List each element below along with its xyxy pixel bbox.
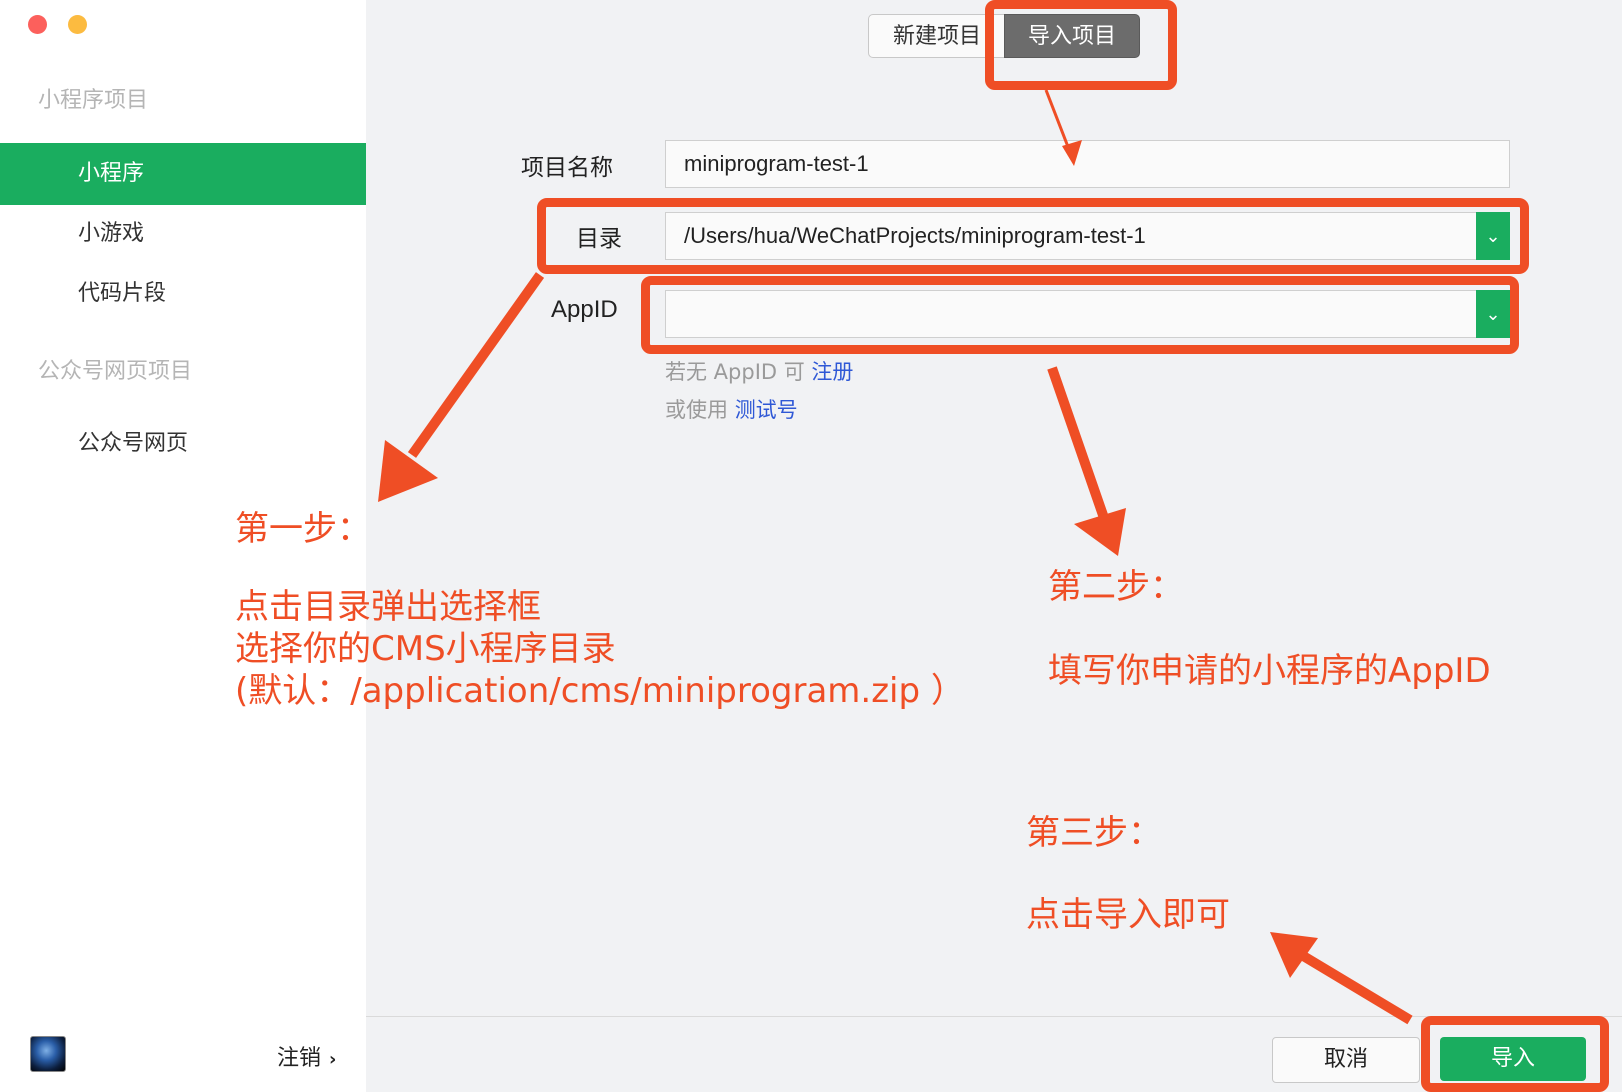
directory-label: 目录 <box>576 226 622 252</box>
step1-line1: 点击目录弹出选择框 <box>235 587 541 627</box>
step3-title: 第三步： <box>1026 813 1162 853</box>
appid-hint-register: 若无 AppID 可 注册 <box>665 356 853 386</box>
step1-line2: 选择你的CMS小程序目录 <box>235 629 616 669</box>
tab-import-project[interactable]: 导入项目 <box>1004 14 1140 58</box>
logout-label: 注销 <box>277 1046 322 1071</box>
step3-line1: 点击导入即可 <box>1026 895 1230 935</box>
section-title-miniprogram-projects: 小程序项目 <box>38 88 149 113</box>
chevron-right-icon: › <box>329 1049 337 1070</box>
project-name-input[interactable]: miniprogram-test-1 <box>665 140 1510 188</box>
sidebar-item-miniprogram[interactable]: 小程序 <box>0 143 366 205</box>
step1-title: 第一步： <box>235 509 371 549</box>
minimize-window-button[interactable] <box>68 15 87 34</box>
tab-new-project[interactable]: 新建项目 <box>868 14 1006 58</box>
cancel-button[interactable]: 取消 <box>1272 1037 1420 1083</box>
step2-title: 第二步： <box>1048 567 1184 607</box>
close-window-button[interactable] <box>28 15 47 34</box>
sidebar-item-minigame[interactable]: 小游戏 <box>0 203 366 265</box>
sidebar-item-official-account-web[interactable]: 公众号网页 <box>0 413 366 475</box>
chevron-down-icon[interactable]: ⌄ <box>1476 212 1510 260</box>
logout-button[interactable]: 注销 › <box>277 1040 336 1072</box>
step2-line1: 填写你申请的小程序的AppID <box>1048 651 1491 691</box>
chevron-down-icon[interactable]: ⌄ <box>1476 290 1510 338</box>
appid-label: AppID <box>551 296 618 323</box>
test-account-link[interactable]: 测试号 <box>735 398 798 422</box>
hint-test-text: 或使用 <box>665 398 735 422</box>
footer-divider <box>366 1016 1622 1017</box>
register-link[interactable]: 注册 <box>811 360 853 384</box>
hint-register-text: 若无 AppID 可 <box>665 360 812 384</box>
appid-input[interactable]: ⌄ <box>665 290 1510 338</box>
avatar[interactable] <box>30 1036 66 1072</box>
directory-value: /Users/hua/WeChatProjects/miniprogram-te… <box>684 223 1146 248</box>
project-name-label: 项目名称 <box>521 155 613 181</box>
section-title-official-account-projects: 公众号网页项目 <box>38 359 193 384</box>
appid-hint-test: 或使用 测试号 <box>665 394 798 424</box>
sidebar-item-code-snippet[interactable]: 代码片段 <box>0 263 366 325</box>
import-button[interactable]: 导入 <box>1440 1037 1586 1081</box>
step1-line3: (默认：/application/cms/miniprogram.zip ） <box>235 671 965 711</box>
directory-field[interactable]: /Users/hua/WeChatProjects/miniprogram-te… <box>665 212 1510 260</box>
